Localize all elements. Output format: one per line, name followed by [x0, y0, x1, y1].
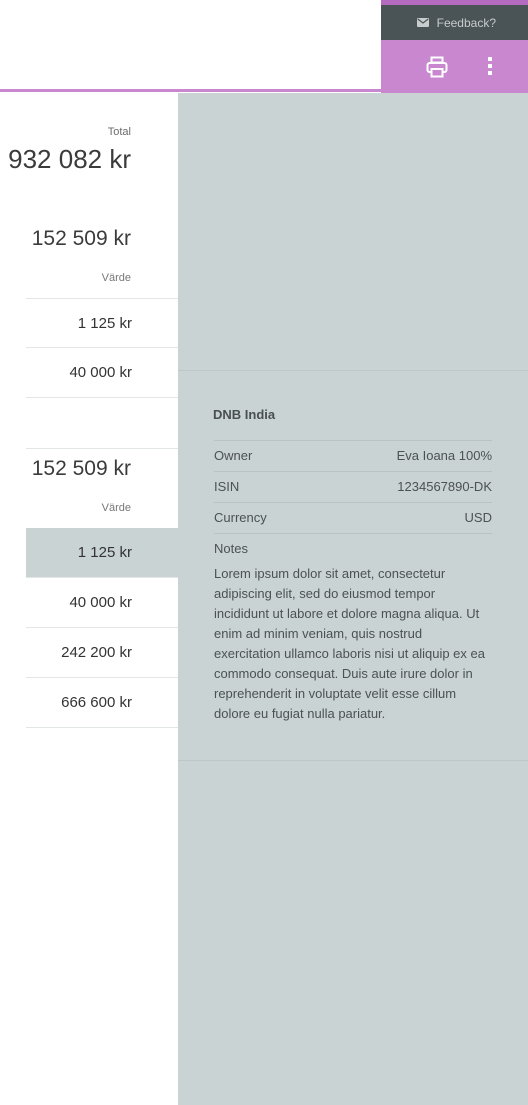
list-item-value: 40 000 kr	[69, 364, 132, 381]
detail-panel: DNB India Owner Eva Ioana 100% ISIN 1234…	[178, 93, 528, 1105]
feedback-button[interactable]: Feedback?	[381, 0, 528, 40]
owner-value: Eva Ioana 100%	[396, 448, 492, 463]
mail-icon	[416, 18, 429, 27]
owner-label: Owner	[214, 448, 253, 463]
notes-label: Notes	[214, 533, 492, 564]
list-item-empty	[26, 398, 178, 449]
holdings-list: Total 932 082 kr 152 509 kr Värde 1 125 …	[0, 92, 178, 1105]
printer-icon[interactable]	[426, 56, 448, 78]
total-label: Total	[107, 126, 131, 138]
column-header-value: Värde	[101, 272, 131, 284]
feedback-label: Feedback?	[436, 15, 496, 30]
detail-row-owner: Owner Eva Ioana 100%	[214, 440, 492, 471]
list-item-value: 242 200 kr	[61, 644, 132, 661]
isin-value: 1234567890-DK	[397, 479, 492, 494]
list-item[interactable]: 40 000 kr	[26, 578, 178, 628]
list-item-selected[interactable]: 1 125 kr	[26, 528, 178, 578]
divider	[178, 760, 528, 761]
total-value: 932 082 kr	[8, 144, 131, 174]
notes-text: Lorem ipsum dolor sit amet, consectetur …	[214, 566, 485, 721]
detail-row-isin: ISIN 1234567890-DK	[214, 471, 492, 502]
column-header-value: Värde	[101, 502, 131, 514]
list-item[interactable]: 242 200 kr	[26, 628, 178, 678]
group-total: 152 509 kr	[31, 227, 131, 250]
toolbar-area	[0, 0, 381, 89]
list-item[interactable]: 1 125 kr	[26, 298, 178, 348]
list-item[interactable]: 40 000 kr	[26, 348, 178, 398]
isin-label: ISIN	[214, 479, 240, 494]
list-item-value: 1 125 kr	[77, 314, 132, 332]
list-item-value: 1 125 kr	[77, 544, 132, 561]
divider	[178, 370, 528, 371]
list-item[interactable]: 666 600 kr	[26, 678, 178, 728]
list-item-value: 40 000 kr	[69, 594, 132, 611]
action-bar	[381, 40, 528, 93]
list-item-value: 666 600 kr	[61, 694, 132, 711]
group-total: 152 509 kr	[31, 457, 131, 480]
more-vertical-icon[interactable]	[483, 55, 497, 77]
detail-title: DNB India	[213, 407, 276, 422]
detail-table: Owner Eva Ioana 100% ISIN 1234567890-DK …	[214, 440, 492, 724]
detail-row-currency: Currency USD	[214, 502, 492, 533]
currency-value: USD	[464, 510, 492, 525]
currency-label: Currency	[214, 510, 267, 525]
